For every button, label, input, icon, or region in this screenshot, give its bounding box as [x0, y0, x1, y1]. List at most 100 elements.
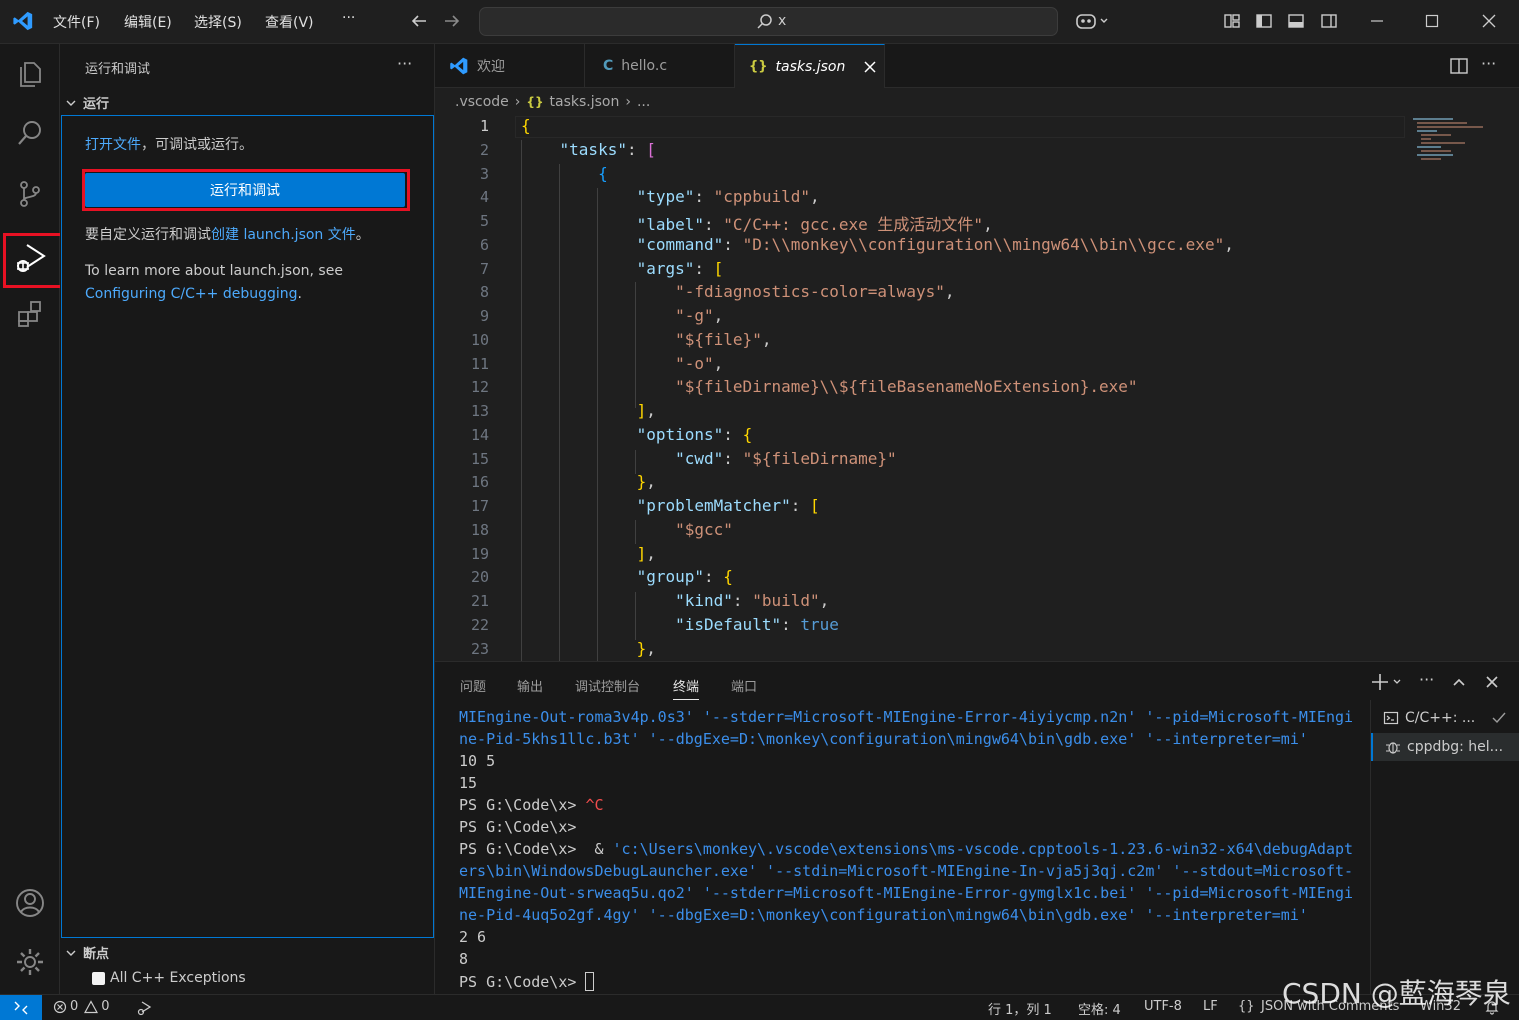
tab-debug-console[interactable]: 调试控制台 [575, 676, 640, 695]
end-of-line[interactable]: LF [1203, 999, 1218, 1014]
maximize-icon[interactable] [1421, 10, 1443, 32]
tab-hello-c[interactable]: C hello.c [585, 44, 735, 88]
create-launch-json-link[interactable]: 创建 launch.json 文件 [211, 227, 356, 243]
terminal-line: PS G:\Code\x> [459, 818, 577, 836]
terminal-line: PS G:\Code\x> & 'c:\Users\monkey\.vscode… [459, 840, 1354, 858]
tab-terminal[interactable]: 终端 [673, 676, 700, 700]
forward-arrow-icon[interactable] [441, 10, 463, 32]
terminal-line: ne-Pid-4uq5o2gf.4gy' '--dbgExe=D:\monkey… [459, 906, 1308, 924]
toggle-panel-icon[interactable] [1285, 10, 1307, 32]
line-number: 14 [470, 426, 489, 444]
code-line: "options": { [636, 425, 753, 444]
code-line: }, [636, 472, 656, 491]
source-control-icon[interactable] [0, 166, 60, 222]
minimize-icon[interactable] [1366, 10, 1388, 32]
open-file-suffix: ，可调试或运行。 [141, 137, 253, 153]
code-line: ], [636, 544, 656, 563]
tab-label: tasks.json [775, 58, 846, 75]
terminal-line: MIEngine-Out-roma3v4p.0s3' '--stderr=Mic… [459, 708, 1354, 726]
menu-file[interactable]: 文件(F) [53, 12, 100, 32]
maximize-panel-icon[interactable] [1451, 674, 1467, 694]
editor-more-button[interactable]: ··· [1481, 54, 1496, 73]
code-line: }, [636, 639, 656, 658]
tab-welcome[interactable]: 欢迎 [435, 44, 585, 88]
customize-suffix: 。 [355, 227, 370, 243]
terminal-line: 15 [459, 774, 478, 792]
copilot-icon[interactable] [1073, 10, 1113, 32]
line-number: 6 [479, 236, 489, 254]
code-line: { [521, 116, 531, 135]
learn-more-suffix: . [297, 286, 302, 302]
watermark: CSDN @藍海琴泉 [1282, 977, 1511, 1010]
line-number: 12 [470, 378, 489, 396]
breadcrumb-symbol[interactable]: ... [637, 94, 650, 110]
tab-problems[interactable]: 问题 [460, 676, 486, 695]
code-line: "tasks": [ [559, 140, 656, 159]
minimap[interactable] [1409, 116, 1489, 176]
menu-edit[interactable]: 编辑(E) [124, 12, 172, 32]
encoding[interactable]: UTF-8 [1144, 999, 1182, 1014]
open-file-link[interactable]: 打开文件 [85, 137, 141, 153]
terminal-line: MIEngine-Out-srweaq5u.qo2' '--stderr=Mic… [459, 884, 1354, 902]
command-center-search[interactable]: x [479, 7, 1058, 36]
split-editor-icon[interactable] [1449, 56, 1469, 80]
toggle-secondary-sidebar-icon[interactable] [1318, 10, 1340, 32]
run-section-label: 运行 [83, 97, 110, 112]
explorer-icon[interactable] [0, 46, 60, 102]
line-number: 7 [479, 260, 489, 278]
run-section-header[interactable]: 运行 [65, 93, 109, 112]
code-line: "$gcc" [675, 520, 733, 539]
menu-view[interactable]: 查看(V) [265, 12, 314, 32]
breakpoint-checkbox[interactable] [92, 971, 105, 985]
back-arrow-icon[interactable] [408, 10, 430, 32]
terminal-line: ne-Pid-5khs1llc.b3t' '--dbgExe=D:\monkey… [459, 730, 1308, 748]
breadcrumb-file[interactable]: tasks.json [550, 94, 620, 110]
close-window-icon[interactable] [1478, 10, 1500, 32]
sidebar-title: 运行和调试 [85, 62, 151, 77]
toggle-primary-sidebar-icon[interactable] [1253, 10, 1275, 32]
customize-line: 要自定义运行和调试创建 launch.json 文件。 [85, 224, 370, 244]
terminal-item-debug[interactable]: cppdbg: hel... [1371, 733, 1519, 761]
search-view-icon[interactable] [0, 105, 60, 161]
indentation[interactable]: 空格: 4 [1078, 999, 1121, 1018]
line-number: 1 [479, 117, 489, 135]
close-panel-icon[interactable] [1484, 674, 1500, 694]
breakpoints-section-header[interactable]: 断点 [65, 943, 109, 962]
accounts-icon[interactable] [0, 875, 60, 931]
code-line: "${fileDirname}\\${fileBasenameNoExtensi… [675, 377, 1138, 396]
cursor-position[interactable]: 行 1，列 1 [988, 999, 1052, 1018]
problems-indicator[interactable]: 0 0 [53, 999, 110, 1014]
tab-output[interactable]: 输出 [517, 676, 543, 695]
json-file-icon: {} [526, 95, 544, 109]
panel-more-button[interactable]: ··· [1419, 670, 1434, 689]
breakpoint-label: All C++ Exceptions [110, 970, 246, 986]
line-number: 10 [470, 331, 489, 349]
code-editor[interactable]: 1 2 3 4 5 6 7 8 9 10 11 12 13 14 15 16 17 18 19 20 21 22 23 { … [435, 116, 1519, 661]
run-button-highlight [82, 169, 410, 211]
run-and-debug-highlight [3, 233, 63, 288]
terminal-line: 10 5 [459, 752, 496, 770]
menu-more[interactable]: ··· [342, 10, 355, 26]
customize-layout-icon[interactable] [1221, 10, 1243, 32]
code-line: "group": { [636, 567, 733, 586]
breadcrumb-folder[interactable]: .vscode [455, 94, 509, 110]
new-terminal-icon[interactable] [1370, 672, 1404, 696]
extensions-icon[interactable] [0, 287, 60, 343]
gear-icon[interactable] [0, 934, 60, 990]
menu-selection[interactable]: 选择(S) [194, 12, 242, 32]
close-icon[interactable] [863, 60, 877, 74]
terminal-item-label: cppdbg: hel... [1407, 739, 1504, 755]
terminal-output[interactable]: MIEngine-Out-roma3v4p.0s3' '--stderr=Mic… [435, 708, 1370, 995]
run-debug-sidebar: 运行和调试 ··· 运行 打开文件，可调试或运行。 运行和调试 要自定义运行和调… [60, 44, 435, 994]
debug-launch-icon[interactable] [136, 1000, 152, 1020]
configuring-debugging-link[interactable]: Configuring C/C++ debugging [85, 286, 298, 302]
tab-tasks-json[interactable]: {} tasks.json [735, 44, 885, 88]
code-line: "-fdiagnostics-color=always", [675, 282, 955, 301]
terminal-item-build[interactable]: C/C++: ... [1371, 704, 1519, 732]
editor-tabs: 欢迎 C hello.c {} tasks.json ··· [435, 44, 1519, 88]
remote-indicator[interactable] [0, 995, 42, 1020]
current-line-highlight [515, 116, 1405, 138]
sidebar-more-button[interactable]: ··· [397, 54, 412, 73]
tab-ports[interactable]: 端口 [731, 676, 757, 695]
open-file-line: 打开文件，可调试或运行。 [85, 134, 253, 154]
